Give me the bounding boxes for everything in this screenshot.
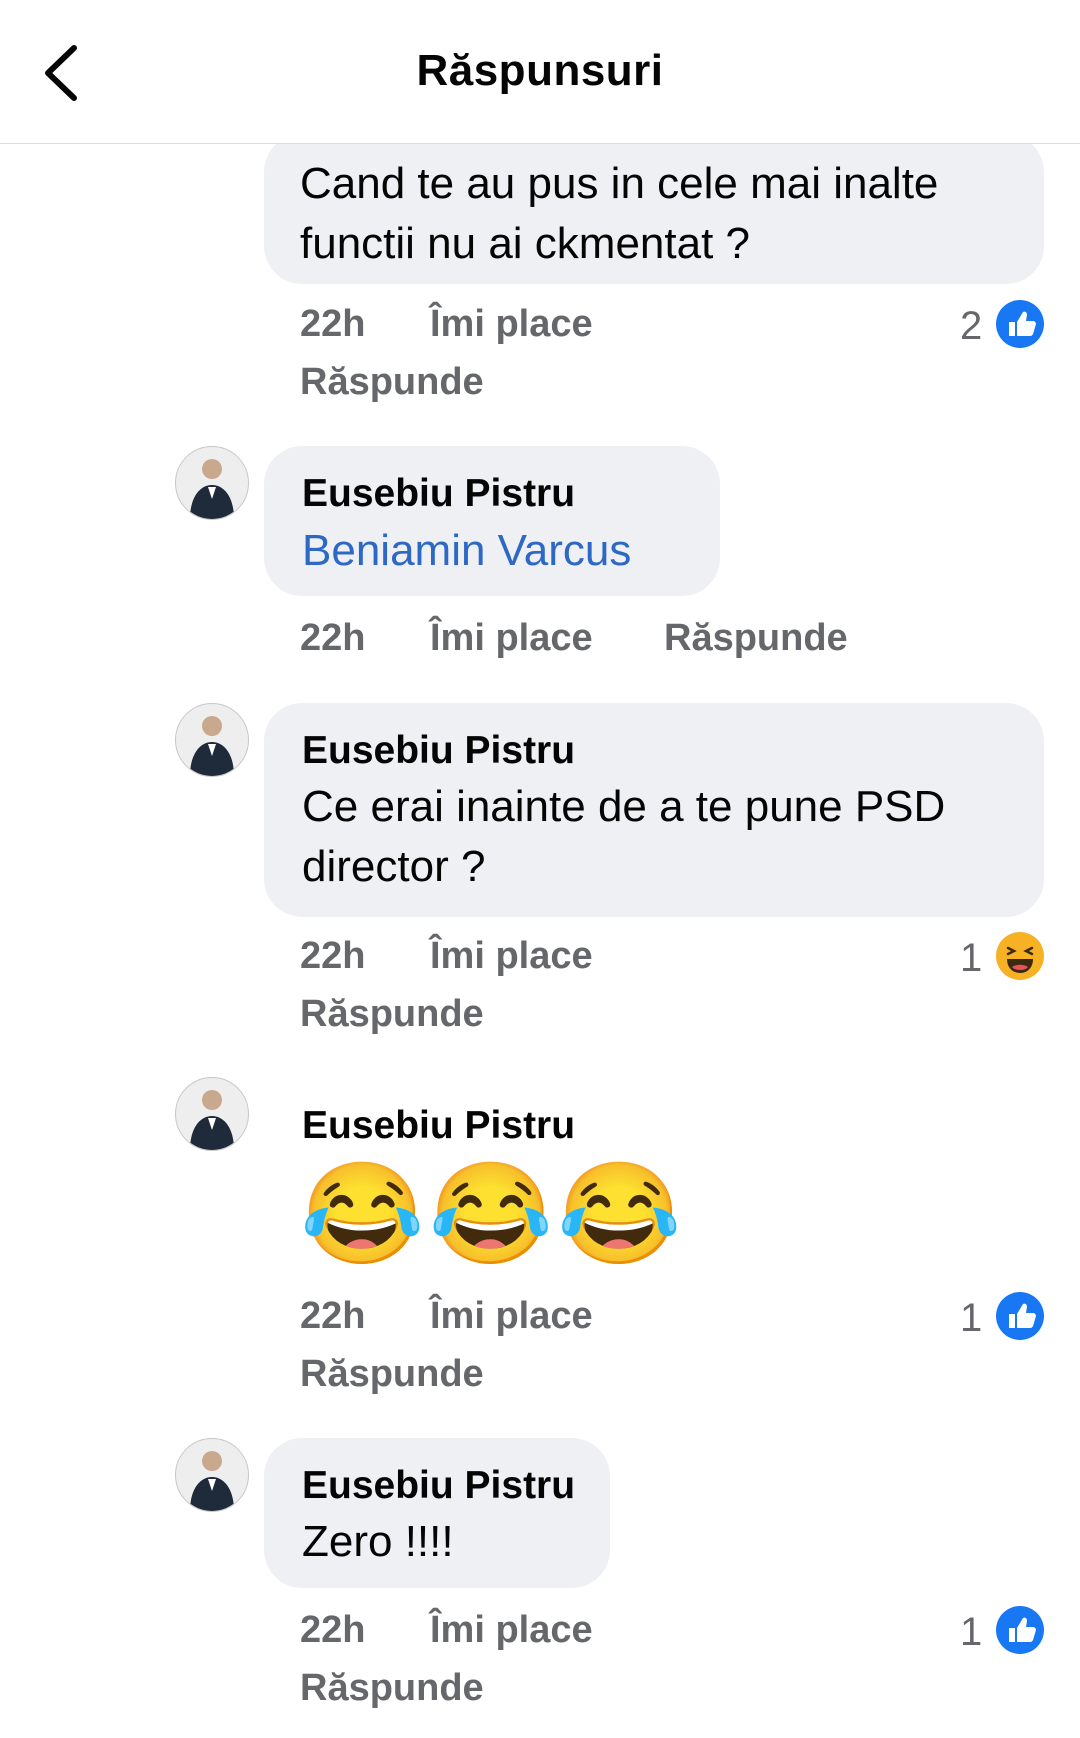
- comment-author[interactable]: Eusebiu Pistru: [302, 472, 575, 516]
- like-icon: [996, 1292, 1044, 1340]
- header-bar: Răspunsuri: [0, 0, 1080, 144]
- avatar[interactable]: [175, 446, 249, 520]
- comment-text: Zero !!!!: [302, 1517, 454, 1566]
- comment-text: Ce erai inainte de a te pune PSD directo…: [302, 782, 946, 891]
- avatar[interactable]: [175, 1438, 249, 1512]
- comment-time: 22h: [300, 303, 366, 345]
- like-icon: [996, 300, 1044, 348]
- avatar[interactable]: [175, 703, 249, 777]
- page-title: Răspunsuri: [416, 46, 664, 95]
- comment-bubble: Cand te au pus in cele mai inalte functi…: [264, 144, 1044, 284]
- avatar[interactable]: [175, 1077, 249, 1151]
- comment-time: 22h: [300, 1295, 366, 1337]
- comment-time: 22h: [300, 935, 366, 977]
- comment-text: Cand te au pus in cele mai inalte functi…: [300, 159, 939, 268]
- emoji-message: 😂😂😂: [300, 1158, 686, 1270]
- like-button[interactable]: Îmi place: [430, 1295, 593, 1338]
- comment-author[interactable]: Eusebiu Pistru: [302, 1464, 575, 1508]
- haha-icon: [996, 932, 1044, 980]
- reply-button[interactable]: Răspunde: [664, 617, 848, 660]
- comment-author[interactable]: Eusebiu Pistru: [302, 729, 575, 773]
- reaction-count: 1: [960, 936, 983, 980]
- comment-time: 22h: [300, 1609, 366, 1651]
- replies-list[interactable]: Cand te au pus in cele mai inalte functi…: [0, 144, 1080, 1738]
- reply-button[interactable]: Răspunde: [300, 361, 484, 404]
- like-button[interactable]: Îmi place: [430, 935, 593, 978]
- reaction-count: 2: [960, 304, 983, 348]
- reply-button[interactable]: Răspunde: [300, 1667, 484, 1710]
- comment-author[interactable]: Eusebiu Pistru: [302, 1104, 575, 1148]
- like-icon: [996, 1606, 1044, 1654]
- reply-button[interactable]: Răspunde: [300, 993, 484, 1036]
- like-button[interactable]: Îmi place: [430, 617, 593, 660]
- like-button[interactable]: Îmi place: [430, 1609, 593, 1652]
- comment-time: 22h: [300, 617, 366, 659]
- like-button[interactable]: Îmi place: [430, 303, 593, 346]
- reaction-count: 1: [960, 1610, 983, 1654]
- reply-button[interactable]: Răspunde: [300, 1353, 484, 1396]
- reaction-count: 1: [960, 1296, 983, 1340]
- mention-link[interactable]: Beniamin Varcus: [302, 526, 631, 576]
